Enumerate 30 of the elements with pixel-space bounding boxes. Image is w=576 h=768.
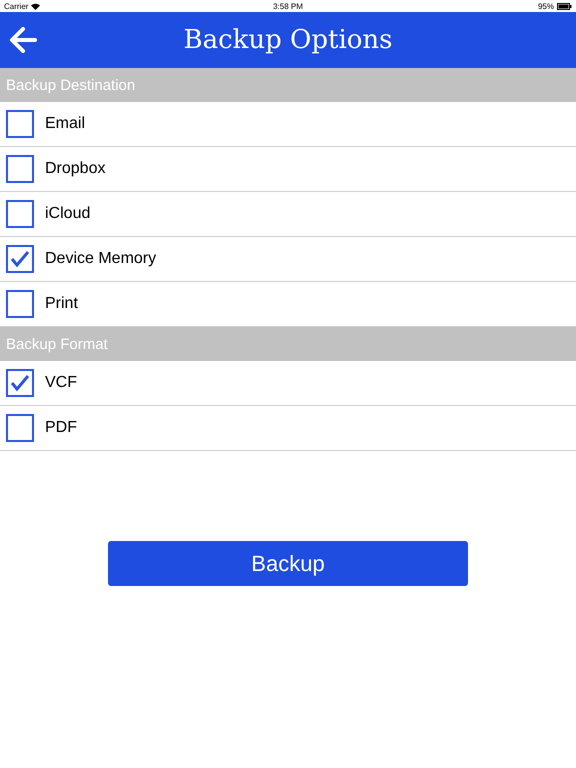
carrier-label: Carrier bbox=[4, 2, 28, 10]
option-row[interactable]: Email bbox=[0, 102, 576, 147]
option-row[interactable]: PDF bbox=[0, 406, 576, 451]
option-label: Email bbox=[45, 115, 86, 133]
section-header: Backup Format bbox=[0, 327, 576, 361]
checkbox[interactable] bbox=[6, 290, 34, 318]
checkbox[interactable] bbox=[6, 200, 34, 228]
checkbox[interactable] bbox=[6, 155, 34, 183]
option-label: iCloud bbox=[45, 205, 90, 223]
battery-percent: 95% bbox=[538, 2, 554, 10]
option-label: PDF bbox=[45, 419, 77, 437]
option-row[interactable]: Device Memory bbox=[0, 237, 576, 282]
checkbox[interactable] bbox=[6, 245, 34, 273]
wifi-icon bbox=[31, 2, 40, 10]
checkbox[interactable] bbox=[6, 110, 34, 138]
option-row[interactable]: Dropbox bbox=[0, 147, 576, 192]
battery-icon bbox=[557, 2, 572, 10]
option-label: Dropbox bbox=[45, 160, 106, 178]
option-label: Device Memory bbox=[45, 250, 156, 268]
option-label: VCF bbox=[45, 374, 77, 392]
backup-button[interactable]: Backup bbox=[108, 541, 468, 586]
option-label: Print bbox=[45, 295, 78, 313]
option-row[interactable]: iCloud bbox=[0, 192, 576, 237]
back-arrow-icon[interactable] bbox=[9, 27, 37, 53]
section-header: Backup Destination bbox=[0, 68, 576, 102]
option-row[interactable]: VCF bbox=[0, 361, 576, 406]
checkbox[interactable] bbox=[6, 369, 34, 397]
checkbox[interactable] bbox=[6, 414, 34, 442]
clock-time: 3:58 PM bbox=[273, 2, 303, 10]
screen-title: Backup Options bbox=[183, 25, 393, 55]
